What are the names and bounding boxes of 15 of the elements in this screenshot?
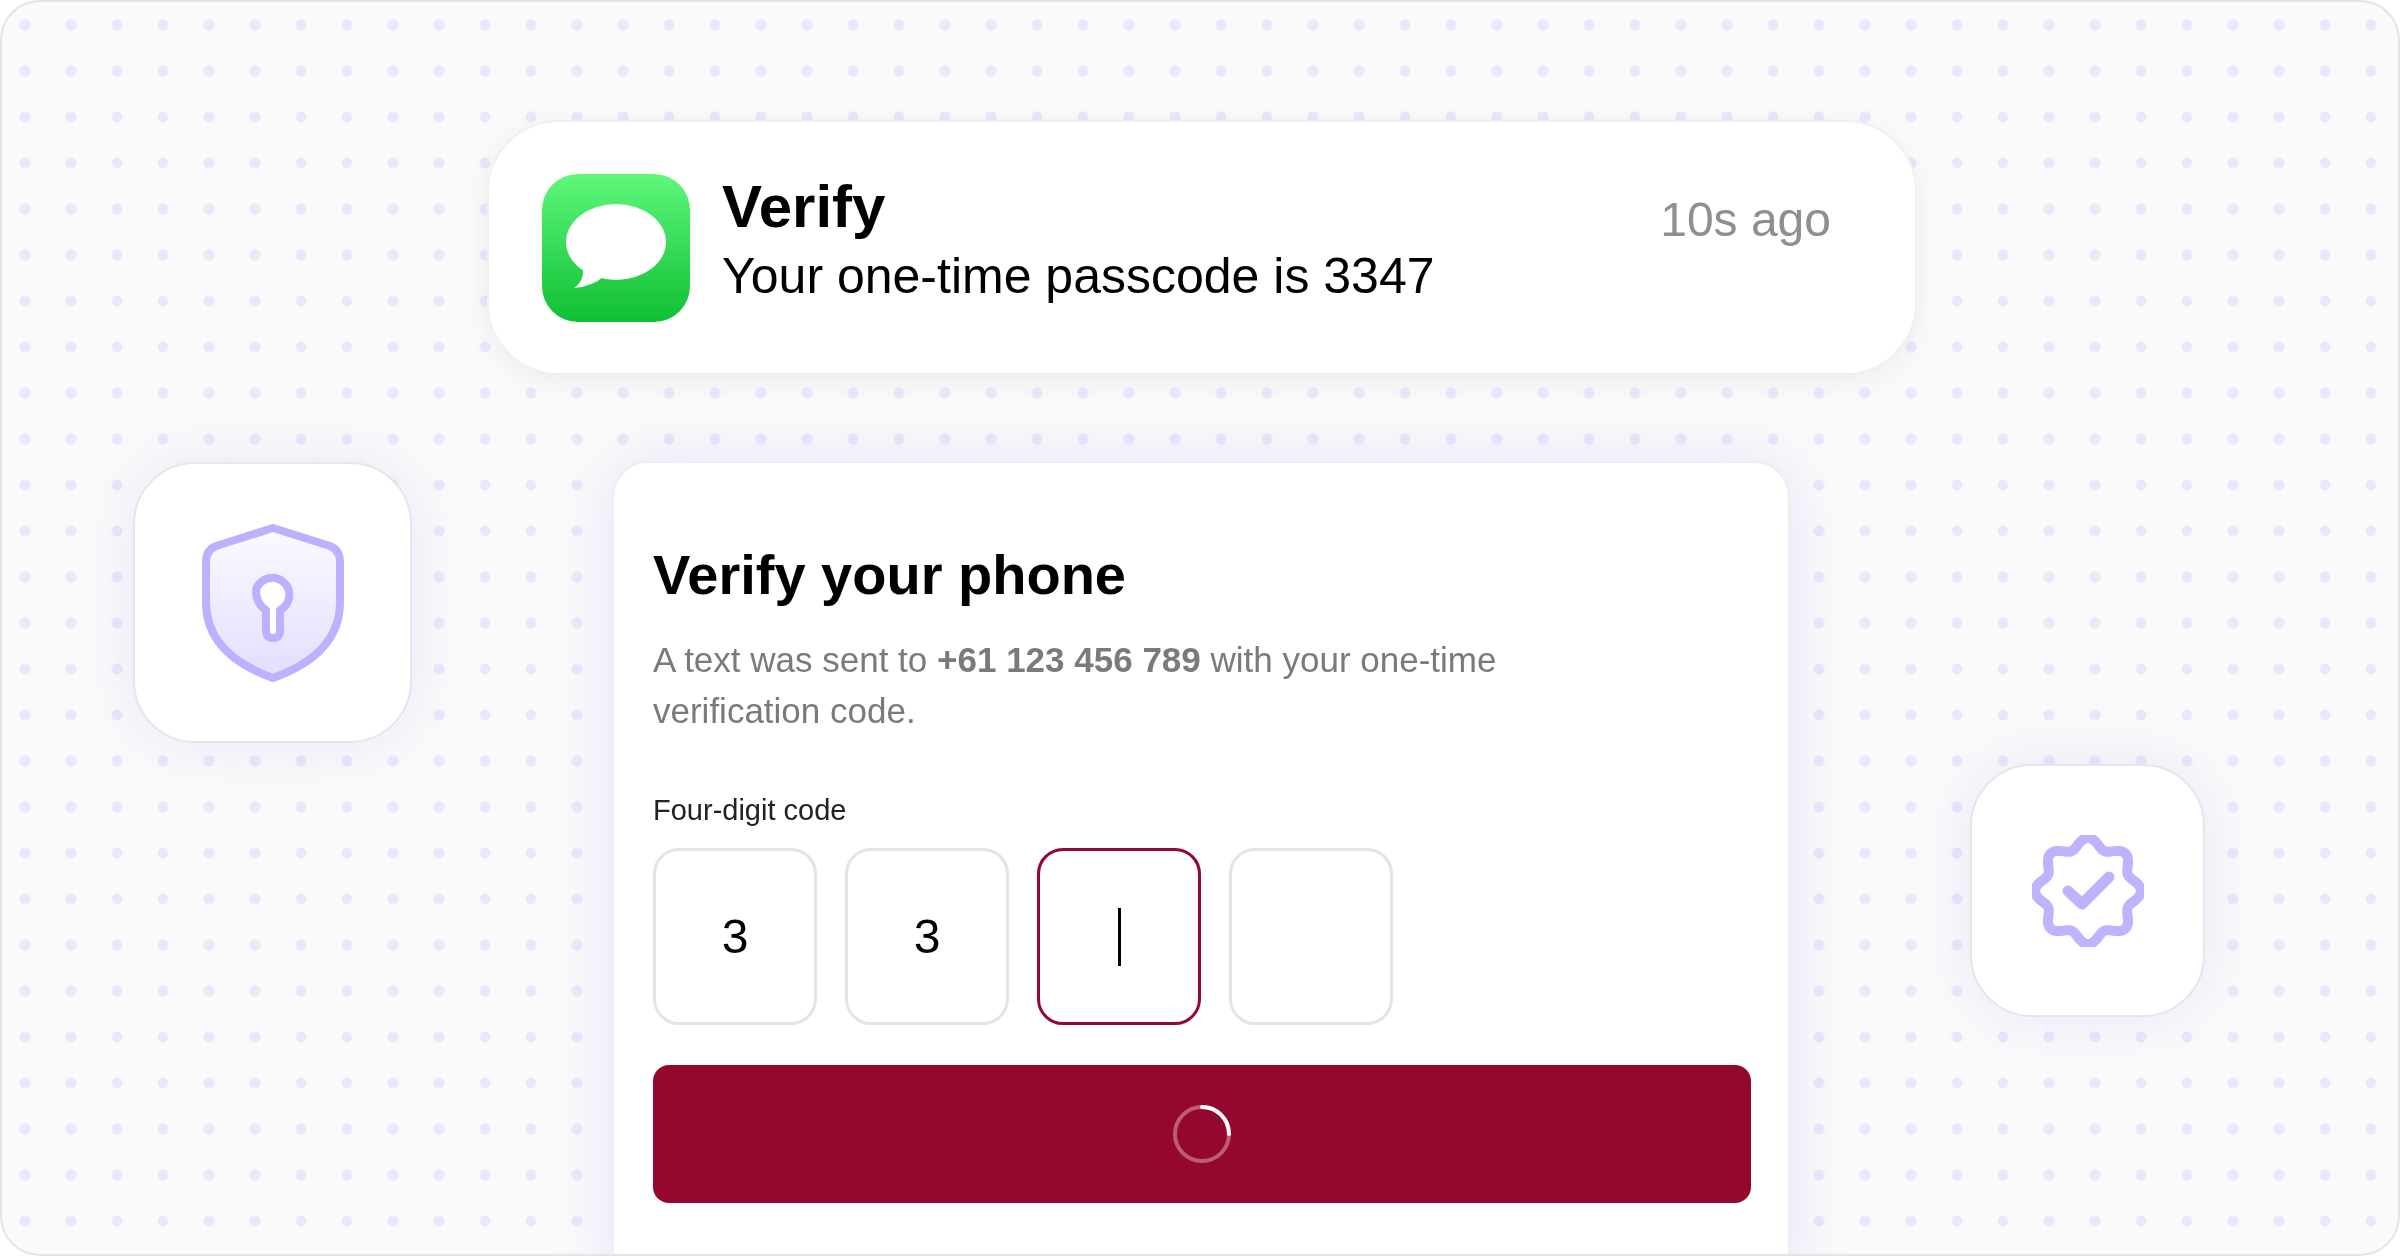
code-input-field[interactable]: 3: [845, 848, 1009, 1026]
submit-button[interactable]: [653, 1065, 1751, 1204]
notification-title: Verify: [722, 174, 887, 240]
loading-spinner-icon: [1171, 1103, 1233, 1166]
description-text: A text was sent to +61 123 456 789 with your one-time verification code.: [653, 639, 1498, 733]
text-cursor-icon: [1117, 907, 1121, 966]
message-app-icon: [542, 174, 690, 322]
code-input-field[interactable]: 3: [653, 848, 817, 1026]
verified-badge-icon: [2031, 834, 2144, 947]
notification-message: Your one-time passcode is 3347: [722, 247, 1436, 306]
timestamp: 10s ago: [1660, 192, 1831, 248]
shield-keyhole-icon: [199, 523, 346, 682]
code-input-field[interactable]: [1037, 848, 1201, 1026]
field-label: Four-digit code: [653, 792, 848, 828]
card-title: Verify your phone: [653, 543, 1127, 608]
